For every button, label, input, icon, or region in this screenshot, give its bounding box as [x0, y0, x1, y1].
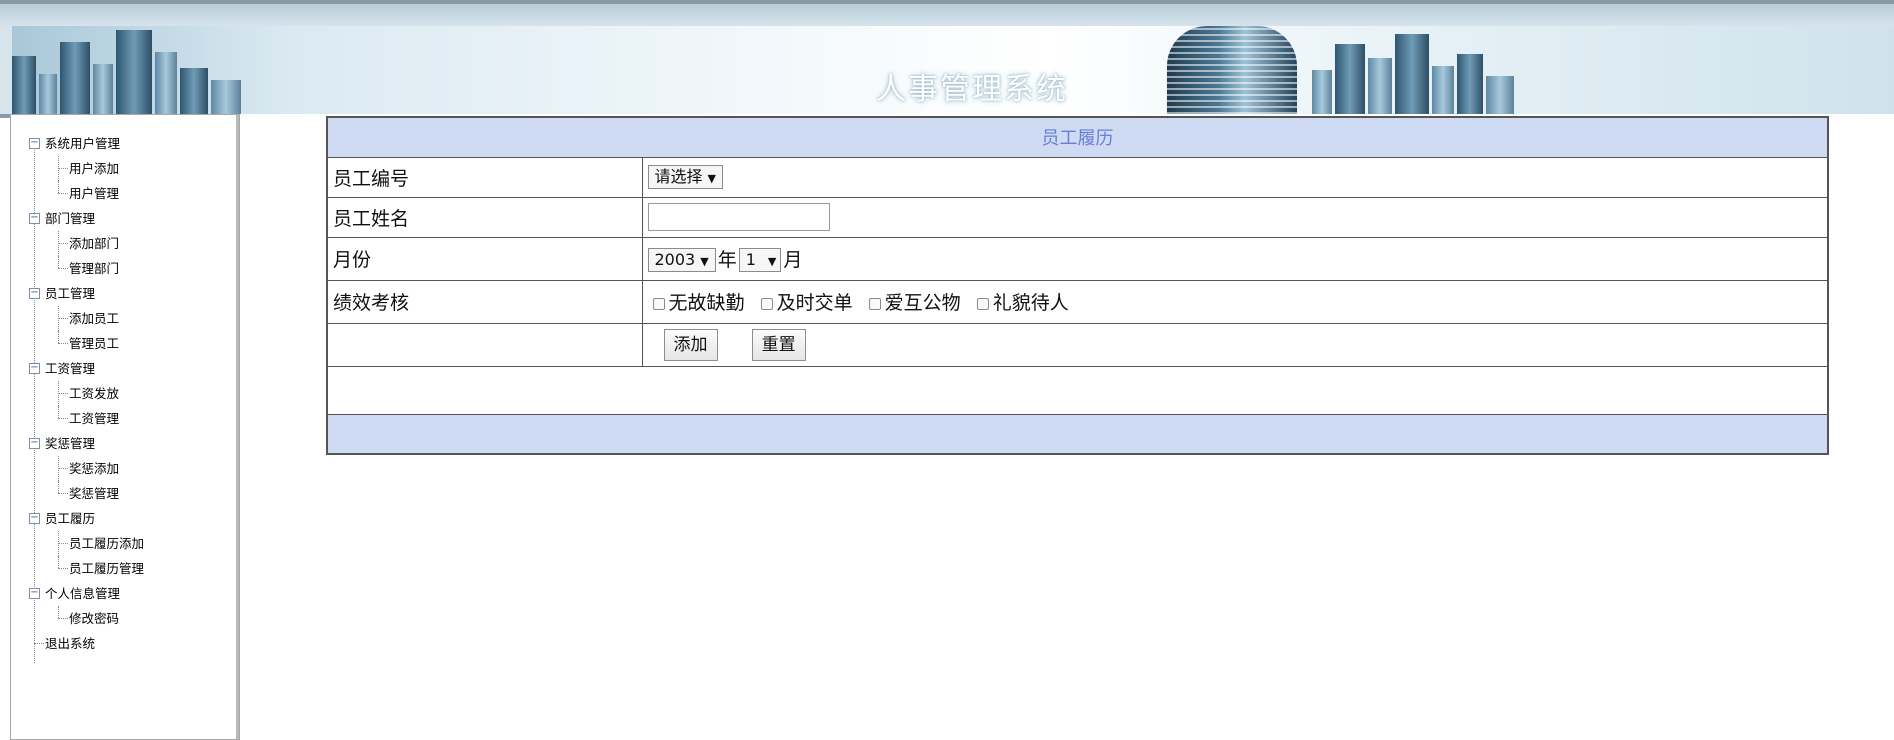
- tree-item-department-add[interactable]: 添加部门: [29, 231, 144, 256]
- month-unit: 月: [783, 248, 803, 271]
- form-title: 员工履历: [326, 116, 1829, 158]
- banner-image: 人事管理系统: [12, 26, 1894, 114]
- tree-group-salary[interactable]: − 工资管理: [29, 356, 144, 381]
- collapse-toggle-icon[interactable]: −: [29, 588, 40, 599]
- form-footer-bar: [326, 413, 1829, 455]
- header-banner: 人事管理系统: [0, 0, 1894, 118]
- tree-item-label[interactable]: 奖惩管理: [69, 486, 119, 501]
- tree-group-personal-info[interactable]: − 个人信息管理: [29, 581, 144, 606]
- tree-item-change-password[interactable]: 修改密码: [29, 606, 144, 631]
- checkbox-label: 爱互公物: [884, 292, 961, 314]
- tree-item-label[interactable]: 管理员工: [69, 336, 119, 351]
- year-selected: 2003: [654, 250, 696, 270]
- employee-id-select[interactable]: 请选择 ▼: [647, 165, 723, 189]
- sidebar: − 系统用户管理 用户添加 用户管理 − 部门管理 添加部门 管理部门 − 员工…: [10, 114, 239, 740]
- month-cell: 2003 ▼ 年 1 ▼ 月: [641, 236, 1829, 281]
- skyline-right-image: [1312, 34, 1517, 114]
- checkbox-label: 及时交单: [776, 292, 853, 314]
- checkbox-label: 礼貌待人: [992, 292, 1069, 314]
- employee-id-selected: 请选择: [654, 167, 703, 186]
- tree-item-reward-manage[interactable]: 奖惩管理: [29, 481, 144, 506]
- tree-item-label[interactable]: 用户添加: [69, 161, 119, 176]
- checkbox-courtesy[interactable]: [976, 297, 989, 310]
- employee-name-cell: [641, 196, 1829, 238]
- triangle-down-icon: ▼: [767, 255, 777, 269]
- checkbox-care-public-property[interactable]: [868, 297, 881, 310]
- tree-group-label[interactable]: 部门管理: [45, 211, 95, 226]
- tree-group-label[interactable]: 员工管理: [45, 286, 95, 301]
- employee-name-label: 员工姓名: [326, 196, 643, 238]
- tree-item-salary-issue[interactable]: 工资发放: [29, 381, 144, 406]
- tree-group-label[interactable]: 系统用户管理: [45, 136, 120, 151]
- employee-id-cell: 请选择 ▼: [641, 156, 1829, 198]
- tree-group-label[interactable]: 个人信息管理: [45, 586, 120, 601]
- tree-item-label[interactable]: 添加员工: [69, 311, 119, 326]
- tree-item-resume-add[interactable]: 员工履历添加: [29, 531, 144, 556]
- tree-item-label[interactable]: 管理部门: [69, 261, 119, 276]
- tree-item-user-manage[interactable]: 用户管理: [29, 181, 144, 206]
- add-button[interactable]: 添加: [663, 328, 718, 361]
- tree-item-resume-manage[interactable]: 员工履历管理: [29, 556, 144, 581]
- year-unit: 年: [717, 248, 737, 271]
- tree-group-label[interactable]: 员工履历: [45, 511, 95, 526]
- month-selected: 1: [745, 250, 756, 270]
- tree-item-label[interactable]: 工资管理: [69, 411, 119, 426]
- tree-item-label[interactable]: 修改密码: [69, 611, 119, 626]
- tree-item-employee-manage[interactable]: 管理员工: [29, 331, 144, 356]
- checkbox-label: 无故缺勤: [668, 292, 745, 314]
- tree-item-department-manage[interactable]: 管理部门: [29, 256, 144, 281]
- tree-item-employee-add[interactable]: 添加员工: [29, 306, 144, 331]
- checkbox-no-absence[interactable]: [652, 297, 665, 310]
- tree-item-logout[interactable]: 退出系统: [29, 631, 144, 656]
- tree-item-reward-add[interactable]: 奖惩添加: [29, 456, 144, 481]
- collapse-toggle-icon[interactable]: −: [29, 438, 40, 449]
- empty-label-cell: [326, 322, 643, 367]
- collapse-toggle-icon[interactable]: −: [29, 288, 40, 299]
- tree-group-label[interactable]: 奖惩管理: [45, 436, 95, 451]
- tree-item-salary-manage[interactable]: 工资管理: [29, 406, 144, 431]
- tree-item-label[interactable]: 添加部门: [69, 236, 119, 251]
- employee-id-label: 员工编号: [326, 156, 643, 198]
- collapse-toggle-icon[interactable]: −: [29, 513, 40, 524]
- tree-item-user-add[interactable]: 用户添加: [29, 156, 144, 181]
- tree-group-resume[interactable]: − 员工履历: [29, 506, 144, 531]
- app-title: 人事管理系统: [876, 72, 1068, 107]
- tree-item-label[interactable]: 员工履历管理: [69, 561, 144, 576]
- year-select[interactable]: 2003 ▼: [647, 248, 716, 273]
- tree-item-label[interactable]: 用户管理: [69, 186, 119, 201]
- month-select[interactable]: 1 ▼: [738, 248, 782, 273]
- checkbox-timely-submission[interactable]: [760, 297, 773, 310]
- triangle-down-icon: ▼: [707, 172, 716, 185]
- tree-item-label[interactable]: 奖惩添加: [69, 461, 119, 476]
- collapse-toggle-icon[interactable]: −: [29, 138, 40, 149]
- collapse-toggle-icon[interactable]: −: [29, 213, 40, 224]
- logout-label[interactable]: 退出系统: [45, 636, 95, 651]
- tree-item-label[interactable]: 工资发放: [69, 386, 119, 401]
- tree-item-label[interactable]: 员工履历添加: [69, 536, 144, 551]
- employee-name-input[interactable]: [647, 203, 830, 231]
- main-content: 员工履历 员工编号 请选择 ▼ 员工姓名 月份 2003 ▼ 年 1 ▼ 月 绩…: [239, 114, 1894, 740]
- tower-image: [1167, 26, 1297, 114]
- month-label: 月份: [326, 236, 643, 281]
- tree-group-user-admin[interactable]: − 系统用户管理: [29, 131, 144, 156]
- empty-row: [326, 365, 1829, 415]
- reset-button[interactable]: 重置: [751, 328, 806, 361]
- performance-label: 绩效考核: [326, 279, 643, 324]
- tree-group-reward-punishment[interactable]: − 奖惩管理: [29, 431, 144, 456]
- tree-group-department[interactable]: − 部门管理: [29, 206, 144, 231]
- nav-tree: − 系统用户管理 用户添加 用户管理 − 部门管理 添加部门 管理部门 − 员工…: [29, 131, 144, 663]
- resume-form-table: 员工履历 员工编号 请选择 ▼ 员工姓名 月份 2003 ▼ 年 1 ▼ 月 绩…: [326, 116, 1829, 455]
- buttons-cell: 添加 重置: [641, 322, 1829, 367]
- banner-top-strip: [0, 4, 1894, 26]
- tree-group-label[interactable]: 工资管理: [45, 361, 95, 376]
- tree-group-employee[interactable]: − 员工管理: [29, 281, 144, 306]
- performance-cell: 无故缺勤 及时交单 爱互公物 礼貌待人: [641, 279, 1829, 324]
- skyline-left-image: [12, 30, 244, 114]
- triangle-down-icon: ▼: [700, 255, 709, 269]
- collapse-toggle-icon[interactable]: −: [29, 363, 40, 374]
